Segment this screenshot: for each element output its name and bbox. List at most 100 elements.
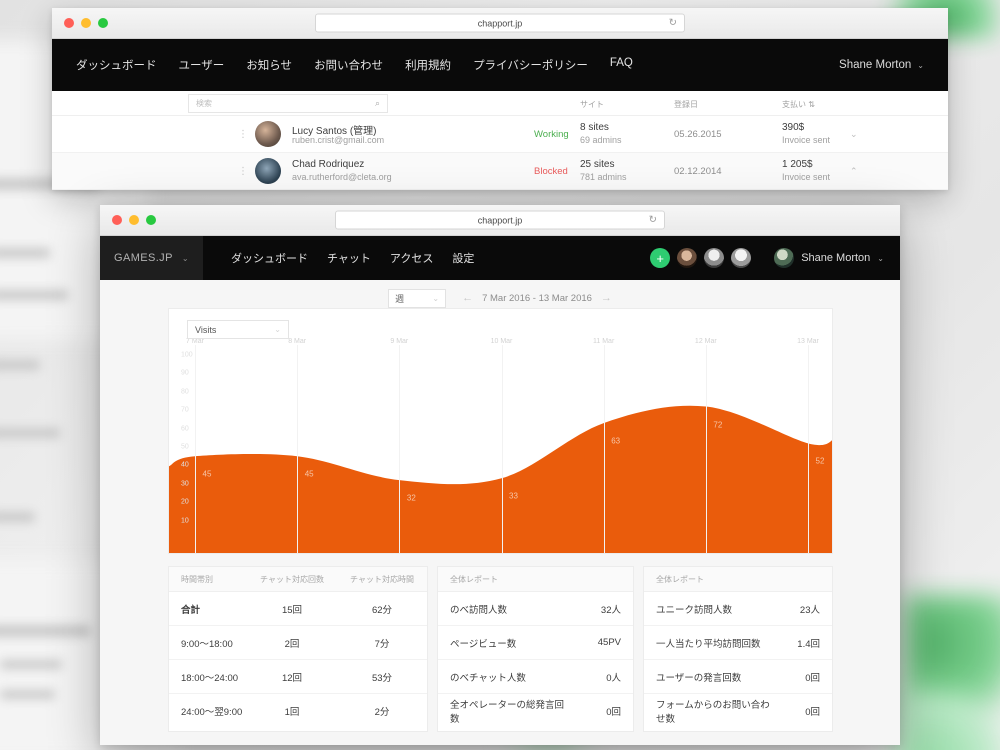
row-metric-value: 0人 — [606, 672, 621, 684]
metric-value: Visits — [195, 324, 217, 335]
tab-dashboard[interactable]: ダッシュボード — [231, 250, 308, 266]
minimize-window-button[interactable] — [81, 18, 91, 28]
row-chat-time: 7分 — [374, 638, 390, 650]
chevron-up-icon[interactable]: ⌃ — [850, 166, 858, 177]
maximize-window-button[interactable] — [98, 18, 108, 28]
brand-selector[interactable]: GAMES.JP ⌄ — [100, 236, 203, 280]
maximize-window-button[interactable] — [146, 215, 156, 225]
status-badge: Blocked — [534, 165, 568, 177]
chart-gridline — [501, 345, 503, 553]
backdrop-line-3 — [0, 290, 68, 300]
front-top-navigation: GAMES.JP ⌄ ダッシュボード チャット アクセス 設定 + Shane … — [100, 236, 900, 280]
search-placeholder: 検索 — [196, 99, 212, 108]
front-window-traffic-lights[interactable] — [112, 215, 156, 225]
col-header-payment[interactable]: 支払い ⇅ — [782, 99, 815, 110]
search-input[interactable]: 検索 ⌕ — [188, 94, 388, 113]
row-sites-count: 25 sites — [580, 159, 615, 170]
front-address-bar[interactable]: chapport.jp ↻ — [335, 210, 665, 230]
y-axis-tick: 70 — [181, 406, 189, 414]
x-axis-tick: 12 Mar — [694, 338, 717, 345]
back-nav-item-contact[interactable]: お問い合わせ — [314, 57, 383, 73]
visits-chart-card: Visits ⌄ 100 90 80 70 60 50 40 30 20 10 7 Mar 8 Mar… — [168, 308, 833, 554]
chart-data-label: 52 — [815, 456, 825, 466]
back-nav-item-terms[interactable]: 利用規約 — [405, 57, 451, 73]
arrow-right-icon[interactable]: → — [601, 292, 612, 304]
chart-data-label: 45 — [304, 469, 314, 479]
x-axis-tick: 11 Mar — [593, 338, 615, 345]
y-axis-tick: 90 — [181, 369, 189, 377]
y-axis-tick: 10 — [181, 517, 189, 525]
table-row: 一人当たり平均訪問回数 1.4回 — [644, 626, 832, 660]
y-axis-tick: 100 — [181, 351, 193, 359]
row-metric-value: 32人 — [600, 604, 621, 616]
row-metric-label: ユニーク訪問人数 — [656, 604, 733, 616]
table-row: ユーザーの発言回数 0回 — [644, 660, 832, 694]
metric-select[interactable]: Visits ⌄ — [187, 320, 289, 339]
chart-data-label: 63 — [611, 436, 621, 446]
back-nav-item-news[interactable]: お知らせ — [246, 57, 292, 73]
row-metric-value: 0回 — [606, 707, 621, 718]
back-address-bar[interactable]: chapport.jp ↻ — [315, 13, 685, 33]
table-row: ページビュー数 45PV — [438, 626, 633, 660]
chart-gridline — [195, 345, 196, 553]
table-row[interactable]: ⋮ Chad Rodriquez ava.rutherford@cleta.or… — [52, 153, 948, 190]
backdrop-line-7 — [0, 625, 90, 637]
avatar[interactable] — [677, 248, 698, 268]
table-row[interactable]: ⋮ Lucy Santos (管理) ruben.crist@gmail.com… — [52, 116, 948, 153]
plus-icon[interactable]: + — [650, 248, 671, 268]
table-row: 合計 15回 62分 — [169, 592, 427, 626]
tab-settings[interactable]: 設定 — [452, 250, 474, 266]
row-chat-count: 2回 — [284, 638, 300, 650]
reload-icon[interactable]: ↻ — [669, 18, 677, 28]
back-nav-item-dashboard[interactable]: ダッシュボード — [76, 57, 157, 73]
row-metric-label: ページビュー数 — [450, 638, 517, 650]
row-metric-label: フォームからのお問い合わせ数 — [656, 700, 770, 725]
chevron-down-icon[interactable]: ⌄ — [850, 129, 858, 140]
row-user-name: Chad Rodriquez — [292, 159, 365, 170]
row-chat-time: 53分 — [371, 672, 393, 684]
period-value: 週 — [395, 293, 405, 304]
arrow-left-icon[interactable]: ← — [462, 292, 473, 304]
chevron-down-icon: ⌄ — [181, 253, 189, 263]
col-header-overall-report: 全体レポート — [656, 574, 704, 584]
back-nav-item-users[interactable]: ユーザー — [179, 57, 225, 73]
col-header-chat-time: チャット対応時間 — [350, 574, 414, 584]
row-chat-time: 2分 — [374, 707, 390, 718]
row-metric-label: 全オペレーターの総発言回数 — [450, 700, 565, 725]
row-menu-icon[interactable]: ⋮ — [238, 166, 248, 176]
row-menu-icon[interactable]: ⋮ — [238, 129, 248, 139]
tab-access[interactable]: アクセス — [390, 250, 433, 266]
front-content-area: 週 ⌄ ← 7 Mar 2016 - 13 Mar 2016 → Visits … — [100, 280, 900, 745]
background-browser-window[interactable]: chapport.jp ↻ ダッシュボード ユーザー お知らせ お問い合わせ 利… — [52, 8, 948, 190]
overall-report-header: 全体レポート — [438, 567, 633, 592]
reload-icon[interactable]: ↻ — [649, 215, 657, 225]
row-amount: 390$ — [782, 122, 805, 133]
overall-report-table-right: 全体レポート ユニーク訪問人数 23人 一人当たり平均訪問回数 1.4回 ユーザ… — [643, 566, 833, 732]
chart-gridline — [808, 345, 809, 553]
search-icon[interactable]: ⌕ — [375, 98, 380, 109]
chart-data-label: 32 — [406, 493, 416, 503]
close-window-button[interactable] — [112, 215, 122, 225]
table-row: のべ訪問人数 32人 — [438, 592, 633, 626]
back-user-menu[interactable]: Shane Morton ⌄ — [839, 59, 924, 71]
back-nav-item-privacy[interactable]: プライバシーポリシー — [473, 57, 588, 73]
x-axis-tick: 8 Mar — [288, 338, 307, 345]
close-window-button[interactable] — [64, 18, 74, 28]
back-window-traffic-lights[interactable] — [64, 18, 108, 28]
chart-data-label: 33 — [509, 491, 518, 501]
foreground-browser-window[interactable]: chapport.jp ↻ GAMES.JP ⌄ ダッシュボード チャット アク… — [100, 205, 900, 745]
minimize-window-button[interactable] — [129, 215, 139, 225]
row-chat-count: 12回 — [281, 672, 303, 684]
back-table-header-row: 検索 ⌕ サイト 登録日 支払い ⇅ — [52, 91, 948, 116]
tab-chat[interactable]: チャット — [327, 250, 371, 266]
avatar[interactable] — [704, 248, 725, 268]
avatar[interactable] — [731, 248, 752, 268]
avatar — [255, 121, 281, 147]
back-nav-item-faq[interactable]: FAQ — [610, 57, 633, 73]
front-user-name: Shane Morton — [801, 252, 871, 264]
backdrop-line-2 — [0, 248, 50, 258]
period-select[interactable]: 週 ⌄ — [388, 288, 447, 308]
front-user-menu[interactable]: Shane Morton ⌄ — [774, 248, 884, 268]
backdrop-line-4 — [0, 360, 40, 370]
x-axis-tick: 7 Mar — [186, 338, 204, 345]
